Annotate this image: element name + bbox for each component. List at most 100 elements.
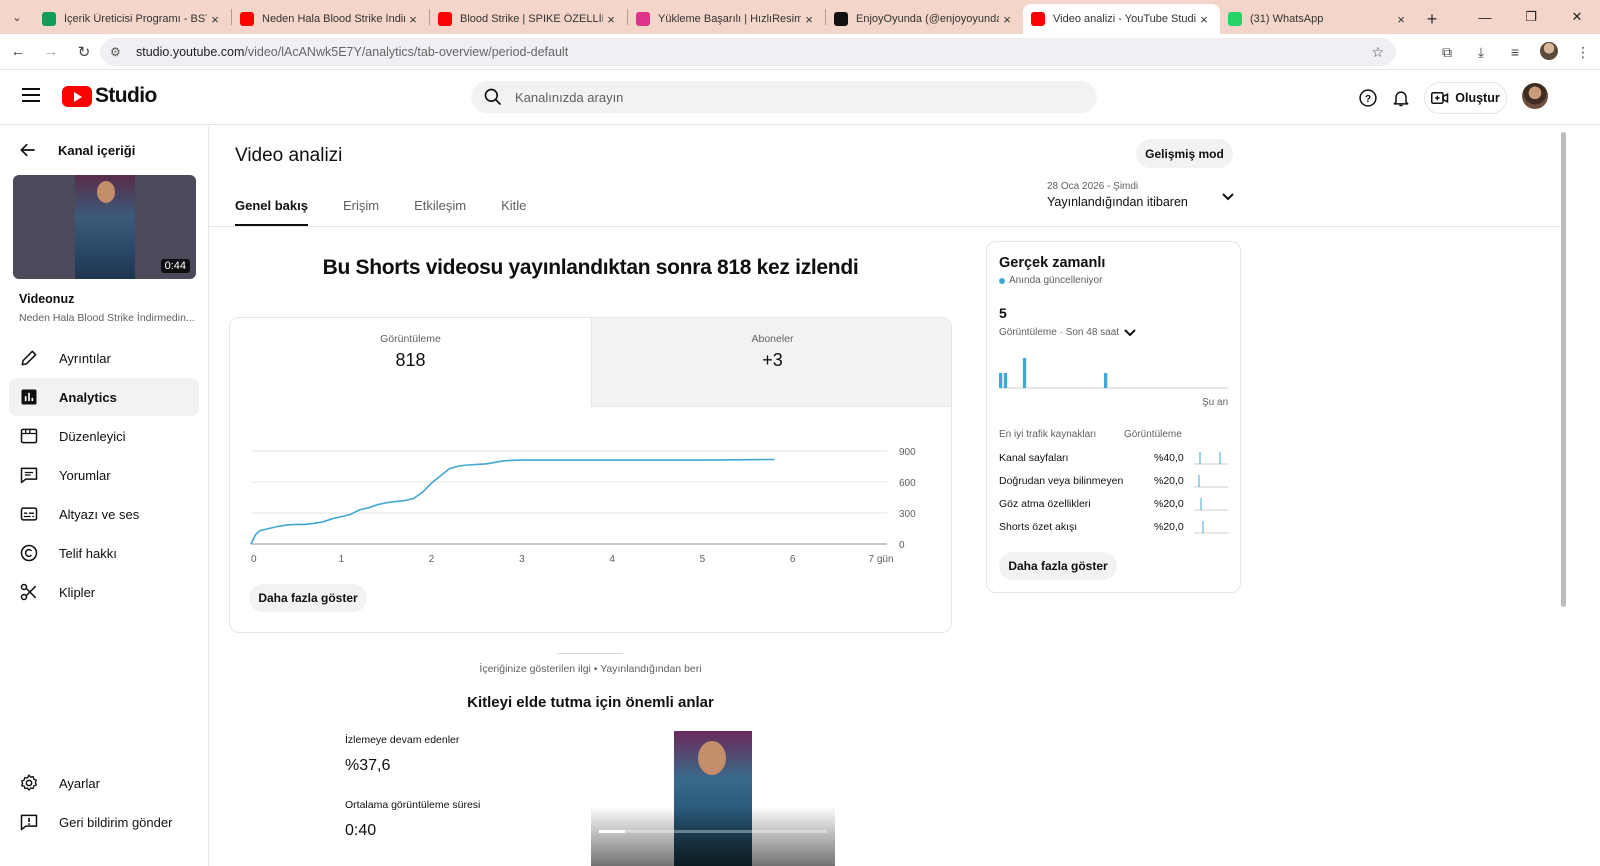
video-player[interactable]: [591, 731, 835, 866]
period-selector[interactable]: 28 Oca 2026 - Şimdi Yayınlandığından iti…: [1047, 181, 1234, 209]
realtime-bar[interactable]: [999, 373, 1003, 388]
y-tick-label: 300: [899, 509, 916, 520]
help-icon[interactable]: ?: [1356, 86, 1380, 110]
minimize-icon[interactable]: —: [1462, 0, 1508, 34]
site-info-icon[interactable]: ⚙: [110, 45, 128, 59]
channel-avatar[interactable]: [1522, 83, 1548, 109]
realtime-bar[interactable]: [1022, 358, 1027, 388]
notifications-bell-icon[interactable]: [1389, 86, 1413, 110]
tab-audience[interactable]: Kitle: [501, 198, 526, 226]
browser-profile-avatar[interactable]: [1532, 41, 1566, 63]
sidebar-item-analytics[interactable]: Analytics: [9, 378, 199, 416]
browser-tab[interactable]: Yükleme Başarılı | HızlıResim ×: [628, 4, 825, 34]
sidebar-item-comment[interactable]: Yorumlar: [9, 456, 199, 494]
sidebar-item-feedback[interactable]: Geri bildirim gönder: [9, 803, 199, 841]
tab-close-icon[interactable]: ×: [1196, 12, 1212, 27]
new-tab-button[interactable]: +: [1417, 4, 1447, 34]
tab-close-icon[interactable]: ×: [801, 12, 817, 27]
sidebar-item-settings[interactable]: Ayarlar: [9, 764, 199, 802]
hamburger-menu-icon[interactable]: [22, 88, 40, 102]
create-video-icon: [1431, 92, 1449, 104]
back-to-channel-content[interactable]: Kanal içeriği: [18, 140, 135, 160]
realtime-bar[interactable]: [1003, 373, 1008, 388]
sidebar-item-label: Geri bildirim gönder: [59, 814, 173, 830]
sidebar-item-label: Altyazı ve ses: [59, 506, 140, 522]
metric-label: Görüntüleme: [380, 333, 441, 345]
tab-close-icon[interactable]: ×: [1393, 12, 1409, 27]
sidebar-item-editor[interactable]: Düzenleyici: [9, 417, 199, 455]
tab-reach[interactable]: Erişim: [343, 198, 379, 226]
metric-views[interactable]: Görüntüleme 818: [230, 318, 591, 407]
tab-close-icon[interactable]: ×: [999, 12, 1015, 27]
traffic-source-sparkline: [1194, 475, 1228, 488]
back-icon[interactable]: ←: [3, 37, 33, 67]
playback-progress-bar[interactable]: [599, 830, 827, 833]
tab-favicon-icon: [1228, 12, 1242, 26]
section-divider: [557, 653, 623, 654]
browser-toolbar: ← → ↻ ⚙ studio.youtube.com/video/lAcANwk…: [0, 34, 1600, 70]
browser-menu-icon[interactable]: ⋮: [1566, 44, 1600, 61]
youtube-studio-logo[interactable]: Studio: [62, 84, 157, 108]
browser-tab[interactable]: Neden Hala Blood Strike İndirm ×: [232, 4, 429, 34]
sidebar-item-label: Yorumlar: [59, 467, 111, 483]
subtitles-icon: [19, 504, 39, 524]
y-tick-label: 0: [899, 540, 905, 551]
video-thumbnail[interactable]: 0:44: [13, 175, 196, 279]
traffic-views-header: Görüntüleme: [1124, 429, 1182, 440]
browser-tab[interactable]: EnjoyOyunda (@enjoyoyunda) ×: [826, 4, 1023, 34]
sidebar-item-pencil[interactable]: Ayrıntılar: [9, 339, 199, 377]
advanced-mode-button[interactable]: Gelişmiş mod: [1136, 139, 1233, 168]
tab-engagement[interactable]: Etkileşim: [414, 198, 466, 226]
traffic-source-label: Kanal sayfaları: [999, 452, 1069, 464]
tab-search-chevron-icon[interactable]: ⌄: [0, 0, 34, 34]
browser-tab[interactable]: İçerik Üreticisi Programı - BSTR ×: [34, 4, 231, 34]
traffic-source-label: Shorts özet akışı: [999, 521, 1078, 533]
tab-close-icon[interactable]: ×: [405, 12, 421, 27]
retention-value: %37,6: [345, 757, 391, 774]
sidebar-item-label: Ayrıntılar: [59, 350, 111, 366]
sidebar-item-label: Klipler: [59, 584, 96, 600]
metric-subscribers[interactable]: Aboneler +3: [591, 318, 951, 407]
tab-title: Yükleme Başarılı | HızlıResim: [658, 13, 801, 25]
browser-tab[interactable]: Blood Strike | SPIKE ÖZELLİKLER×: [430, 4, 627, 34]
sidebar-item-subtitles[interactable]: Altyazı ve ses: [9, 495, 199, 533]
period-range: 28 Oca 2026 - Şimdi: [1047, 181, 1139, 192]
tab-overview[interactable]: Genel bakış: [235, 198, 308, 226]
download-icon[interactable]: ⤓: [1464, 44, 1498, 61]
tab-favicon-icon: [42, 12, 56, 26]
forward-icon[interactable]: →: [36, 37, 66, 67]
reload-icon[interactable]: ↻: [69, 37, 99, 67]
tab-close-icon[interactable]: ×: [603, 12, 619, 27]
live-dot-icon: [999, 277, 1005, 284]
pencil-icon: [19, 348, 39, 368]
browser-tab[interactable]: Video analizi - YouTube Studio ×: [1023, 4, 1220, 34]
restore-icon[interactable]: ❐: [1508, 0, 1554, 34]
realtime-show-more-button[interactable]: Daha fazla göster: [999, 552, 1117, 580]
metric-value: 818: [395, 350, 426, 370]
x-tick-label: 7 gün: [868, 554, 893, 565]
bookmark-star-icon[interactable]: ☆: [1371, 44, 1384, 61]
sidebar-item-scissors[interactable]: Klipler: [9, 573, 199, 611]
traffic-source-percent: %40,0: [1154, 452, 1184, 464]
realtime-period-dropdown[interactable]: Görüntüleme · Son 48 saat: [999, 327, 1137, 338]
create-button[interactable]: Oluştur: [1424, 82, 1507, 114]
show-more-button[interactable]: Daha fazla göster: [249, 584, 367, 612]
traffic-sources-header: En iyi trafik kaynakları: [999, 429, 1097, 440]
search-placeholder: Kanalınızda arayın: [515, 89, 624, 105]
traffic-source-label: Doğrudan veya bilinmeyen: [999, 475, 1124, 487]
close-window-icon[interactable]: ✕: [1554, 0, 1600, 34]
sidebar-item-copyright[interactable]: Telif hakkı: [9, 534, 199, 572]
search-input[interactable]: Kanalınızda arayın: [471, 81, 1097, 113]
copyright-icon: [19, 543, 39, 563]
address-bar[interactable]: ⚙ studio.youtube.com/video/lAcANwk5E7Y/a…: [100, 38, 1396, 66]
page-scrollbar[interactable]: [1560, 126, 1568, 866]
realtime-sub-label: Görüntüleme · Son 48 saat: [999, 327, 1120, 338]
extensions-icon[interactable]: ⧉: [1430, 44, 1464, 61]
browser-tab[interactable]: (31) WhatsApp ×: [1220, 4, 1417, 34]
realtime-count: 5: [999, 305, 1007, 321]
media-control-icon[interactable]: ≡: [1498, 44, 1532, 60]
tab-close-icon[interactable]: ×: [207, 12, 223, 27]
analytics-icon: [19, 387, 39, 407]
svg-text:?: ?: [1365, 94, 1371, 105]
realtime-bar[interactable]: [1104, 373, 1108, 388]
